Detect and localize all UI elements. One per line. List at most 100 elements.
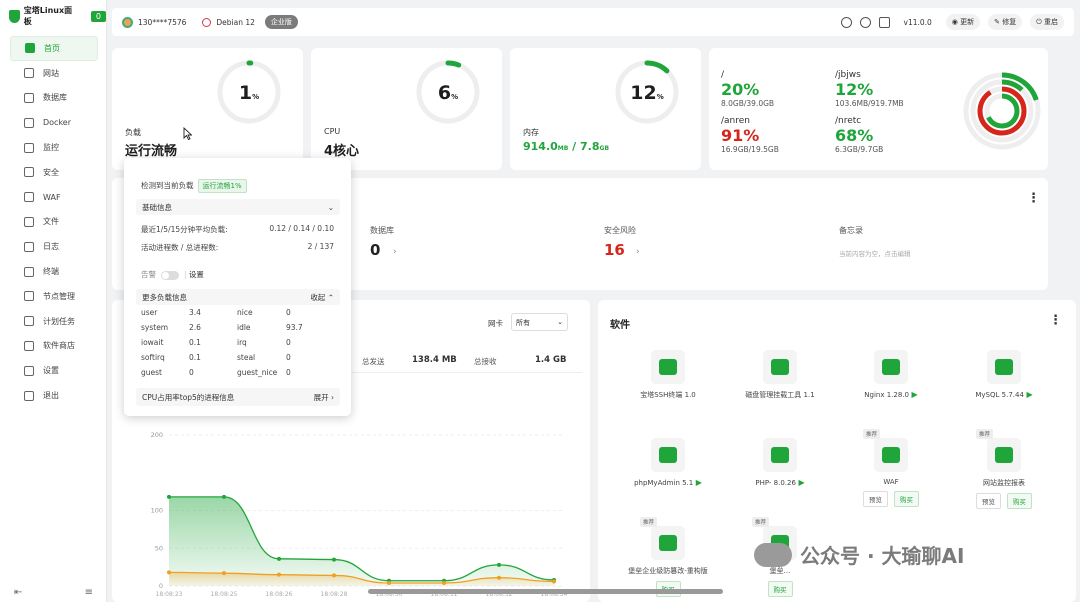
- data-point[interactable]: [277, 572, 281, 577]
- logo[interactable]: 宝塔Linux面板 0: [0, 0, 106, 32]
- memory-card[interactable]: 12% 内存 914.0MB / 7.8GB: [510, 48, 701, 170]
- data-point[interactable]: [552, 579, 556, 584]
- sidebar-item-1[interactable]: 网站: [10, 61, 98, 86]
- data-point[interactable]: [332, 557, 336, 562]
- data-point[interactable]: [387, 580, 391, 585]
- preview-button[interactable]: 预览: [976, 493, 1001, 509]
- software-item[interactable]: 推荐堡垒企业级防篡改-重构版购买: [618, 517, 718, 597]
- collapse-link[interactable]: 收起 ⌃: [310, 292, 334, 303]
- data-point[interactable]: [167, 494, 171, 499]
- load-stat-cell: 0: [286, 308, 291, 317]
- notes-icon[interactable]: [878, 16, 890, 28]
- risk-arrow-icon[interactable]: ›: [636, 247, 640, 257]
- software-item[interactable]: phpMyAdmin 5.1 ▶: [618, 438, 718, 487]
- play-icon[interactable]: ▶: [693, 478, 702, 487]
- nginx-icon[interactable]: [874, 350, 908, 384]
- sidebar-item-5[interactable]: 安全: [10, 160, 98, 185]
- buy-button[interactable]: 购买: [894, 491, 919, 507]
- cpu-percent-unit: %: [451, 93, 459, 101]
- disk-app-icon[interactable]: [763, 350, 797, 384]
- sidebar-item-0[interactable]: 首页: [10, 36, 98, 61]
- data-point[interactable]: [222, 494, 226, 499]
- play-icon[interactable]: ▶: [909, 390, 918, 399]
- avatar[interactable]: [122, 16, 133, 28]
- horizontal-scrollbar[interactable]: [368, 589, 723, 594]
- sidebar-item-8[interactable]: 日志: [10, 234, 98, 259]
- play-icon[interactable]: ▶: [1024, 390, 1032, 399]
- memo-note[interactable]: 当前内容为空，点击编辑: [839, 248, 911, 258]
- app-glyph: [995, 447, 1013, 463]
- theme-icon[interactable]: [840, 16, 852, 28]
- data-point[interactable]: [167, 570, 171, 575]
- alarm-setting-link[interactable]: 设置: [189, 270, 204, 279]
- software-item[interactable]: MySQL 5.7.44 ▶: [954, 350, 1054, 399]
- cpu-label: CPU: [324, 127, 341, 136]
- risk-count[interactable]: 16: [604, 241, 625, 259]
- load-stat-cell: nice: [237, 308, 253, 317]
- menu-icon[interactable]: ≡: [85, 587, 93, 598]
- sidebar-item-9[interactable]: 终端: [10, 259, 98, 284]
- bell-icon[interactable]: [859, 16, 871, 28]
- data-point[interactable]: [222, 571, 226, 576]
- sidebar-item-14[interactable]: 退出: [10, 383, 98, 408]
- sidebar-item-11[interactable]: 计划任务: [10, 309, 98, 334]
- cpu-card[interactable]: 6% CPU 4核心: [311, 48, 502, 170]
- software-more-icon[interactable]: ⋮: [1049, 313, 1062, 328]
- chevron-right-icon: ›: [331, 392, 334, 402]
- more-info-header[interactable]: 更多负载信息 收起 ⌃: [136, 289, 340, 305]
- terminal-app-icon[interactable]: [651, 350, 685, 384]
- play-icon[interactable]: ▶: [796, 478, 804, 487]
- update-button[interactable]: ◉ 更新: [945, 14, 981, 30]
- detect-row: 检测到当前负载 运行流畅1%: [141, 179, 247, 193]
- software-item[interactable]: 推荐 网站监控报表 预览 购买: [954, 429, 1054, 509]
- tamper-icon[interactable]: [651, 526, 685, 560]
- basic-info-header[interactable]: 基础信息 ⌄: [136, 199, 340, 215]
- top5-header[interactable]: CPU占用率top5的进程信息 展开 ›: [136, 388, 340, 406]
- site-monitor-icon[interactable]: [987, 438, 1021, 472]
- more-menu-icon[interactable]: ⋮: [1027, 191, 1040, 206]
- sidebar-item-6[interactable]: WAF: [10, 185, 98, 210]
- expand-link[interactable]: 展开 ›: [314, 392, 334, 403]
- php-icon[interactable]: [763, 438, 797, 472]
- app-glyph: [659, 447, 677, 463]
- edition-badge[interactable]: 企业版: [264, 15, 298, 29]
- restart-button[interactable]: ⏻ 重启: [1030, 14, 1064, 30]
- sidebar-item-7[interactable]: 文件: [10, 210, 98, 235]
- sidebar-item-10[interactable]: 节点管理: [10, 284, 98, 309]
- sidebar-item-3[interactable]: Docker: [10, 110, 98, 135]
- sidebar-item-label: 文件: [43, 217, 59, 227]
- repair-button[interactable]: ✎ 修复: [988, 14, 1023, 30]
- database-arrow-icon[interactable]: ›: [393, 247, 397, 257]
- memory-percent-unit: %: [656, 93, 664, 101]
- cpu-value: 4核心: [324, 144, 360, 159]
- message-badge[interactable]: 0: [90, 10, 106, 22]
- software-item[interactable]: 宝塔SSH终端 1.0: [618, 350, 718, 400]
- preview-button[interactable]: 预览: [863, 491, 888, 507]
- buy-button[interactable]: 购买: [1007, 493, 1032, 509]
- phpmyadmin-icon[interactable]: [651, 438, 685, 472]
- data-point[interactable]: [497, 575, 501, 580]
- software-item[interactable]: 推荐 WAF 预览 购买: [841, 429, 941, 507]
- alarm-label: 告警: [141, 270, 156, 279]
- data-point[interactable]: [497, 562, 501, 567]
- data-point[interactable]: [442, 580, 446, 585]
- nic-select[interactable]: 所有 ⌄: [511, 313, 568, 331]
- software-item[interactable]: PHP- 8.0.26 ▶: [730, 438, 830, 487]
- disk-card[interactable]: /20% 8.0GB/39.0GB /jbjws 12% 103.6MB/919.7M…: [709, 48, 1048, 170]
- software-item[interactable]: 磁盘管理挂载工具 1.1: [730, 350, 830, 400]
- sidebar-item-12[interactable]: 软件商店: [10, 334, 98, 359]
- sidebar-item-13[interactable]: 设置: [10, 358, 98, 383]
- alarm-toggle[interactable]: [161, 270, 179, 280]
- sidebar-item-2[interactable]: 数据库: [10, 86, 98, 111]
- buy-button[interactable]: 购买: [767, 581, 793, 597]
- data-point[interactable]: [277, 556, 281, 561]
- software-item[interactable]: Nginx 1.28.0 ▶: [841, 350, 941, 399]
- mysql-icon[interactable]: [987, 350, 1021, 384]
- data-point[interactable]: [332, 573, 336, 578]
- waf-app-icon[interactable]: [874, 438, 908, 472]
- collapse-icon[interactable]: ⇤: [14, 587, 22, 598]
- sidebar-item-4[interactable]: 监控: [10, 135, 98, 160]
- database-count[interactable]: 0: [370, 241, 380, 259]
- load-card[interactable]: 1% 负载 运行流畅: [112, 48, 303, 170]
- user-account[interactable]: 130****7576: [138, 18, 186, 27]
